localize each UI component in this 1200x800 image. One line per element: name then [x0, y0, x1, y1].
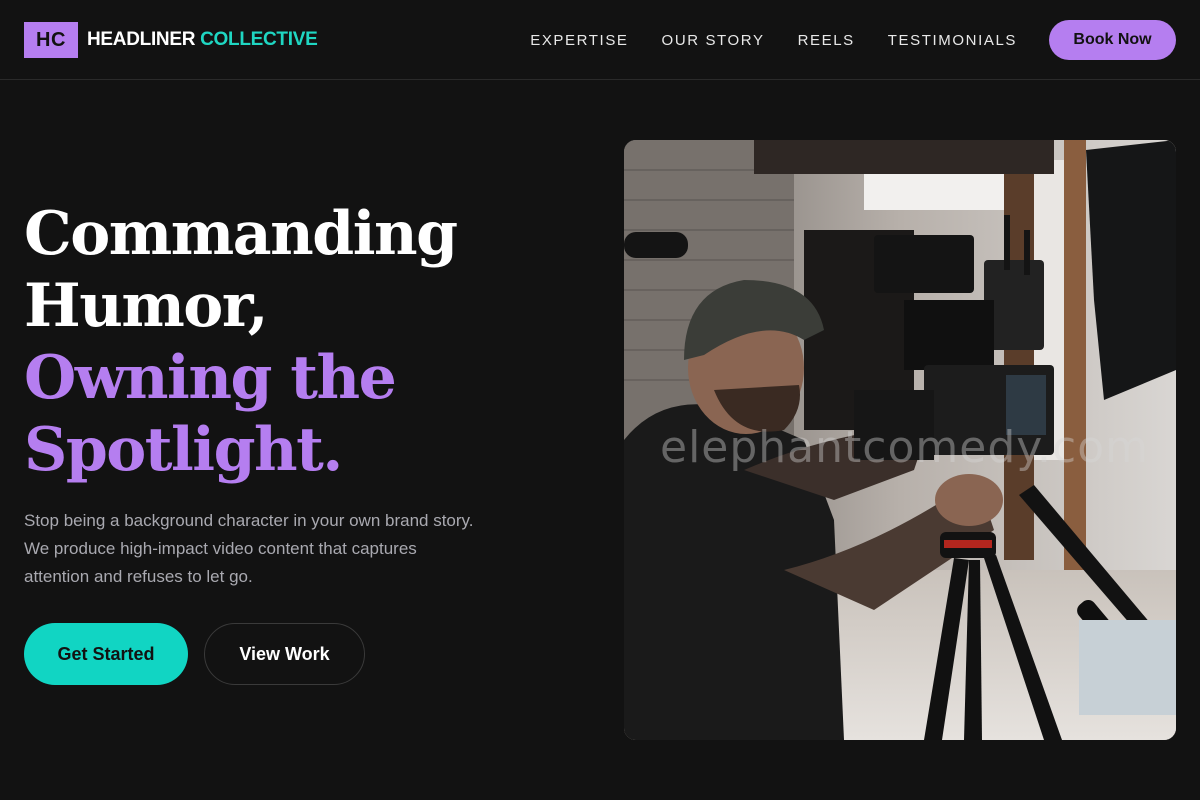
nav-link-our-story[interactable]: OUR STORY	[662, 32, 765, 49]
headline-line-2: Humor,	[24, 271, 268, 341]
headline-line-1: Commanding	[24, 199, 458, 269]
nav-link-expertise[interactable]: EXPERTISE	[530, 32, 628, 49]
book-now-button[interactable]: Book Now	[1049, 20, 1176, 60]
logo-wordmark: HEADLINER COLLECTIVE	[87, 29, 318, 51]
hero-photo: elephantcomedy.com	[624, 140, 1176, 740]
nav-link-reels[interactable]: REELS	[798, 32, 855, 49]
headline-line-3: Owning the	[24, 343, 397, 413]
site-header: HC HEADLINER COLLECTIVE EXPERTISE OUR ST…	[0, 0, 1200, 80]
logo-mark: HC	[24, 22, 78, 58]
nav-link-testimonials[interactable]: TESTIMONIALS	[888, 32, 1017, 49]
logo-word-headliner: HEADLINER	[87, 29, 196, 50]
get-started-button[interactable]: Get Started	[24, 623, 188, 685]
logo-word-collective: COLLECTIVE	[200, 29, 318, 50]
logo[interactable]: HC HEADLINER COLLECTIVE	[24, 22, 318, 58]
view-work-button[interactable]: View Work	[204, 623, 365, 685]
hero-intro-text: Stop being a background character in you…	[24, 511, 474, 586]
watermark-text: elephantcomedy.com	[660, 422, 1149, 473]
headline-line-4: Spotlight.	[24, 415, 343, 485]
main-nav: EXPERTISE OUR STORY REELS TESTIMONIALS	[530, 0, 1017, 80]
hero-headline: Commanding Humor, Owning the Spotlight.	[24, 198, 458, 486]
